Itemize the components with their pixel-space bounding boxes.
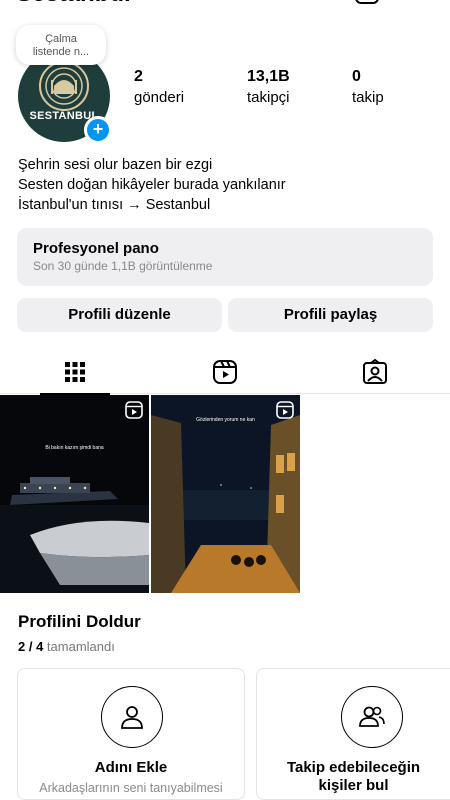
reels-icon — [213, 360, 237, 384]
professional-dashboard[interactable]: Profesyonel pano Son 30 günde 1,1B görün… — [17, 228, 433, 286]
stat-following-label: takip — [352, 89, 384, 106]
person-icon — [101, 686, 163, 748]
complete-profile-title: Profilini Doldur — [18, 612, 141, 631]
stat-followers-label: takipçi — [247, 89, 290, 106]
find-people-title-line-2: kişiler bul — [318, 777, 389, 794]
post-tile[interactable]: Gözlerinden yorum ne kan — [151, 395, 300, 593]
people-icon — [341, 686, 403, 748]
post-tile[interactable]: Bi bakın kazım şimdi bana — [0, 395, 149, 593]
note-line-2: listende n... — [32, 46, 90, 58]
post-caption: Bi bakın kazım şimdi bana — [45, 445, 104, 451]
find-people-card[interactable]: Takip edebileceğin kişiler bul — [256, 668, 450, 800]
reel-badge-icon — [125, 401, 143, 419]
dashboard-title: Profesyonel pano — [33, 240, 159, 257]
share-profile-button[interactable]: Profili paylaş — [228, 298, 433, 332]
post-image-night-street — [151, 395, 300, 593]
username[interactable]: Sestanbul — [16, 0, 131, 8]
progress-count: 2 / 4 — [18, 639, 44, 654]
bio-line-2: Sesten doğan hikâyeler burada yankılanır — [18, 177, 286, 193]
bio: Şehrin sesi olur bazen bir ezgi Sesten d… — [18, 155, 286, 215]
dashboard-subtitle: Son 30 günde 1,1B görüntülenme — [33, 259, 213, 273]
complete-profile-progress: 2 / 4 tamamlandı — [18, 639, 115, 654]
bio-line-3: İstanbul'un tınısı → Sestanbul — [18, 197, 211, 213]
profile-tabs — [0, 350, 450, 395]
tagged-icon — [363, 359, 387, 384]
note-bubble[interactable]: Çalma listende n... — [16, 25, 106, 65]
add-name-card[interactable]: Adını Ekle Arkadaşlarının seni tanıyabil… — [17, 668, 245, 800]
top-bar: Sestanbul — [0, 0, 450, 8]
post-image-ferry — [0, 395, 149, 593]
add-name-card-title: Adını Ekle — [94, 759, 168, 776]
find-people-title-line-1: Takip edebileceğin — [286, 759, 421, 776]
add-name-card-subtitle: Arkadaşlarının seni tanıyabilmesi — [39, 781, 223, 795]
stat-following[interactable]: 0 takip — [352, 68, 384, 106]
add-story-plus-icon[interactable]: + — [84, 116, 112, 144]
posts-grid: Bi bakın kazım şimdi bana Gözlerinden yo… — [0, 395, 300, 593]
tab-posts[interactable] — [0, 350, 150, 395]
progress-suffix: tamamlandı — [46, 639, 115, 654]
stat-posts-value: 2 — [134, 68, 143, 85]
stat-followers[interactable]: 13,1B takipçi — [247, 68, 290, 106]
stat-posts-label: gönderi — [134, 89, 185, 106]
stat-followers-value: 13,1B — [247, 68, 290, 85]
tab-tagged[interactable] — [300, 350, 450, 394]
bio-line-1: Şehrin sesi olur bazen bir ezgi — [18, 157, 213, 173]
menu-icon[interactable] — [408, 0, 432, 3]
tab-reels[interactable] — [150, 350, 300, 394]
reel-badge-icon — [276, 401, 294, 419]
threads-icon[interactable] — [355, 0, 379, 4]
stat-posts[interactable]: 2 gönderi — [134, 68, 184, 106]
stat-following-value: 0 — [352, 68, 361, 85]
note-line-1: Çalma — [45, 33, 77, 45]
grid-icon — [65, 362, 85, 382]
find-people-card-title: Takip edebileceğin kişiler bul — [257, 759, 450, 795]
edit-profile-button[interactable]: Profili düzenle — [17, 298, 222, 332]
